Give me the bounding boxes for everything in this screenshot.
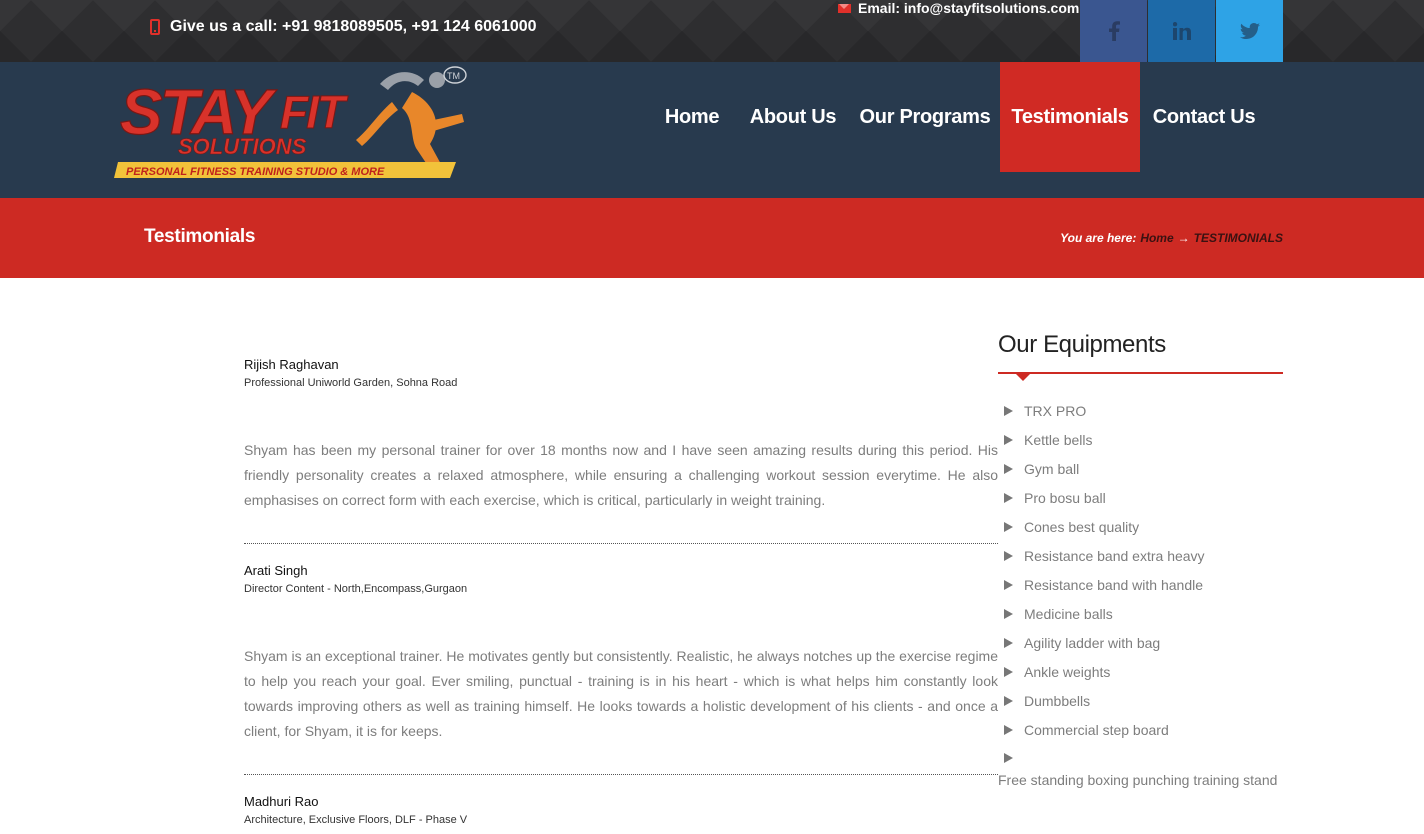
equipment-item[interactable]: Commercial step board [1004,720,1169,740]
facebook-button[interactable] [1080,0,1147,62]
equipment-item[interactable]: Dumbbells [1004,691,1090,711]
equipment-label[interactable]: Agility ladder with bag [1024,635,1160,651]
equipment-label[interactable]: Free standing boxing punching training s… [998,772,1277,788]
triangle-right-icon [1004,609,1013,619]
facebook-icon [1108,21,1120,41]
call-info: Give us a call: +91 9818089505, +91 124 … [150,16,537,38]
triangle-right-icon [1004,406,1013,416]
testimonial-name: Arati Singh [244,563,308,578]
mail-icon [838,3,851,13]
breadcrumb-label: You are here: [1060,231,1137,245]
svg-text:SOLUTIONS: SOLUTIONS [178,134,307,159]
page-title: Testimonials [144,226,256,247]
stayfit-logo[interactable]: STAY FIT SOLUTIONS PERSONAL FITNESS TRAI… [112,62,472,184]
equipment-label[interactable]: Ankle weights [1024,664,1110,680]
equipment-item[interactable]: Gym ball [1004,459,1079,479]
nav-about-us[interactable]: About Us [742,62,844,172]
triangle-right-icon [1004,580,1013,590]
equipment-label[interactable]: Cones best quality [1024,519,1139,535]
equipment-label[interactable]: Resistance band extra heavy [1024,548,1205,564]
breadcrumb: You are here: Home → TESTIMONIALS [1060,231,1283,245]
equipment-item[interactable]: Resistance band extra heavy [1004,546,1205,566]
triangle-right-icon [1004,725,1013,735]
equipment-label[interactable]: Pro bosu ball [1024,490,1106,506]
equipment-label[interactable]: Dumbbells [1024,693,1090,709]
equipment-label[interactable]: Resistance band with handle [1024,577,1203,593]
sidebar-title-underline [998,372,1283,374]
linkedin-icon [1172,22,1191,40]
equipment-label[interactable]: Medicine balls [1024,606,1113,622]
email-info[interactable]: Email: info@stayfitsolutions.com [838,0,1079,16]
nav-home[interactable]: Home [654,62,730,172]
call-text: Give us a call: +91 9818089505, +91 124 … [170,18,537,35]
testimonial-role: Director Content - North,Encompass,Gurga… [244,583,468,595]
svg-text:TM: TM [447,71,460,81]
triangle-right-icon [1004,753,1013,763]
nav-testimonials[interactable]: Testimonials [1000,62,1140,172]
sidebar-title-notch [1016,374,1030,381]
twitter-icon [1239,23,1260,39]
triangle-right-icon [1004,638,1013,648]
equipment-item[interactable]: TRX PRO [1004,401,1086,421]
testimonial-role: Architecture, Exclusive Floors, DLF - Ph… [244,814,468,826]
breadcrumb-home-link[interactable]: Home [1140,231,1173,245]
phone-icon [150,19,160,35]
twitter-button[interactable] [1216,0,1283,62]
svg-text:FIT: FIT [280,86,349,138]
triangle-right-icon [1004,464,1013,474]
triangle-right-icon [1004,667,1013,677]
equipment-item[interactable]: Agility ladder with bag [1004,633,1160,653]
nav-contact-us[interactable]: Contact Us [1146,62,1262,172]
linkedin-button[interactable] [1148,0,1215,62]
email-text[interactable]: Email: info@stayfitsolutions.com [858,0,1079,16]
equipment-item[interactable]: Medicine balls [1004,604,1113,624]
triangle-right-icon [1004,551,1013,561]
equipment-label[interactable]: TRX PRO [1024,403,1086,419]
nav-our-programs[interactable]: Our Programs [856,62,994,172]
breadcrumb-current: TESTIMONIALS [1193,231,1283,245]
equipment-item[interactable]: Pro bosu ball [1004,488,1106,508]
testimonial-role: Professional Uniworld Garden, Sohna Road [244,377,458,389]
equipment-item[interactable]: Kettle bells [1004,430,1092,450]
testimonial-divider [244,774,998,775]
testimonial-name: Rijish Raghavan [244,357,339,372]
equipment-label[interactable]: Kettle bells [1024,432,1092,448]
testimonial-text: Shyam is an exceptional trainer. He moti… [244,648,998,739]
equipment-item[interactable]: Resistance band with handle [1004,575,1203,595]
breadcrumb-arrow-icon: → [1177,231,1190,245]
testimonial-text: Shyam has been my personal trainer for o… [244,442,998,508]
sidebar-title: Our Equipments [998,331,1166,358]
equipment-item[interactable]: Cones best quality [1004,517,1139,537]
triangle-right-icon [1004,435,1013,445]
equipment-label[interactable]: Gym ball [1024,461,1079,477]
testimonial-divider [244,543,998,544]
testimonial-name: Madhuri Rao [244,794,319,809]
triangle-right-icon [1004,522,1013,532]
triangle-right-icon [1004,696,1013,706]
svg-text:PERSONAL FITNESS TRAINING STUD: PERSONAL FITNESS TRAINING STUDIO & MORE [126,166,385,178]
triangle-right-icon [1004,493,1013,503]
equipment-item[interactable]: Ankle weights [1004,662,1110,682]
equipment-label[interactable]: Commercial step board [1024,722,1169,738]
